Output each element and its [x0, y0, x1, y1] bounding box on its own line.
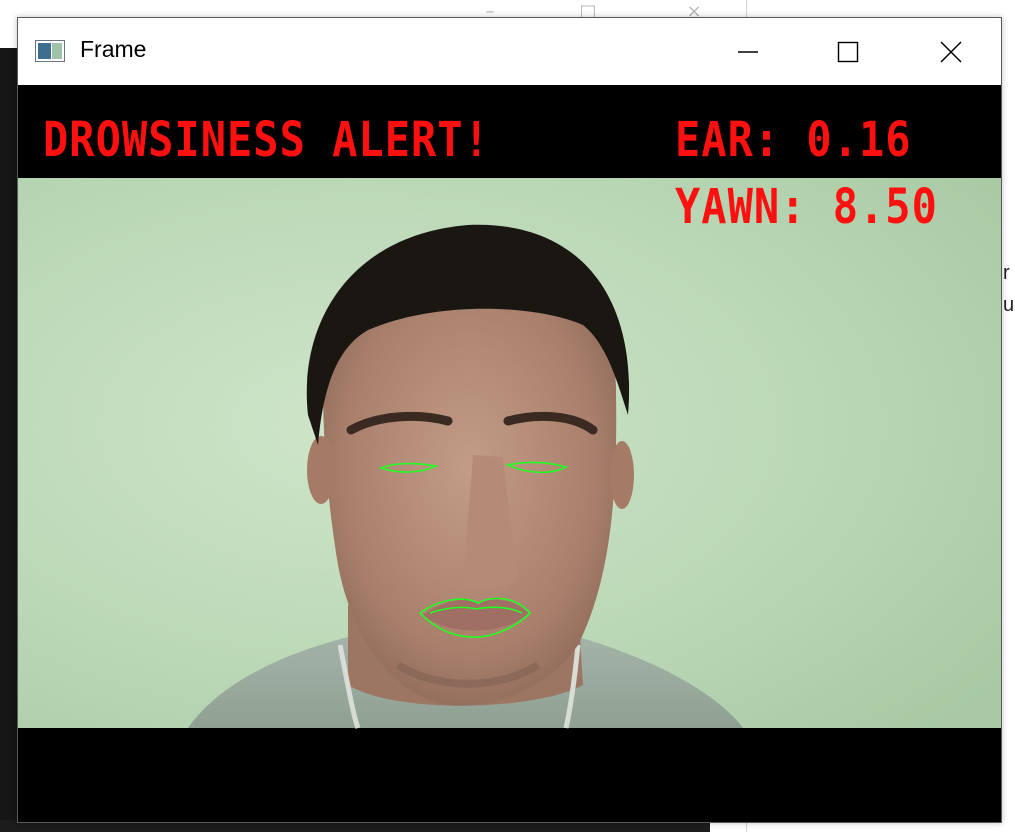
- maximize-icon: [837, 41, 859, 62]
- minimize-icon: [738, 50, 758, 53]
- video-frame: DROWSINESS ALERT! EAR: 0.16 YAWN: 8.50: [18, 85, 1001, 822]
- yawn-value-text: YAWN: 8.50: [675, 178, 938, 235]
- background-window-left: [0, 48, 18, 832]
- ear-value-text: EAR: 0.16: [675, 111, 912, 168]
- app-icon: [35, 40, 65, 62]
- close-button[interactable]: [901, 18, 1001, 85]
- drowsiness-alert-text: DROWSINESS ALERT!: [43, 111, 490, 168]
- background-text-fragment: r: [1003, 262, 1010, 284]
- window-title: Frame: [80, 36, 147, 62]
- maximize-button[interactable]: [798, 18, 898, 85]
- frame-window[interactable]: Frame DROWSINESS ALERT! EAR: 0.16 YAWN: …: [17, 17, 1002, 823]
- close-icon: [940, 40, 962, 63]
- minimize-button[interactable]: [698, 18, 798, 85]
- title-bar[interactable]: Frame: [18, 18, 1001, 85]
- background-text-fragment: ul: [1003, 294, 1015, 316]
